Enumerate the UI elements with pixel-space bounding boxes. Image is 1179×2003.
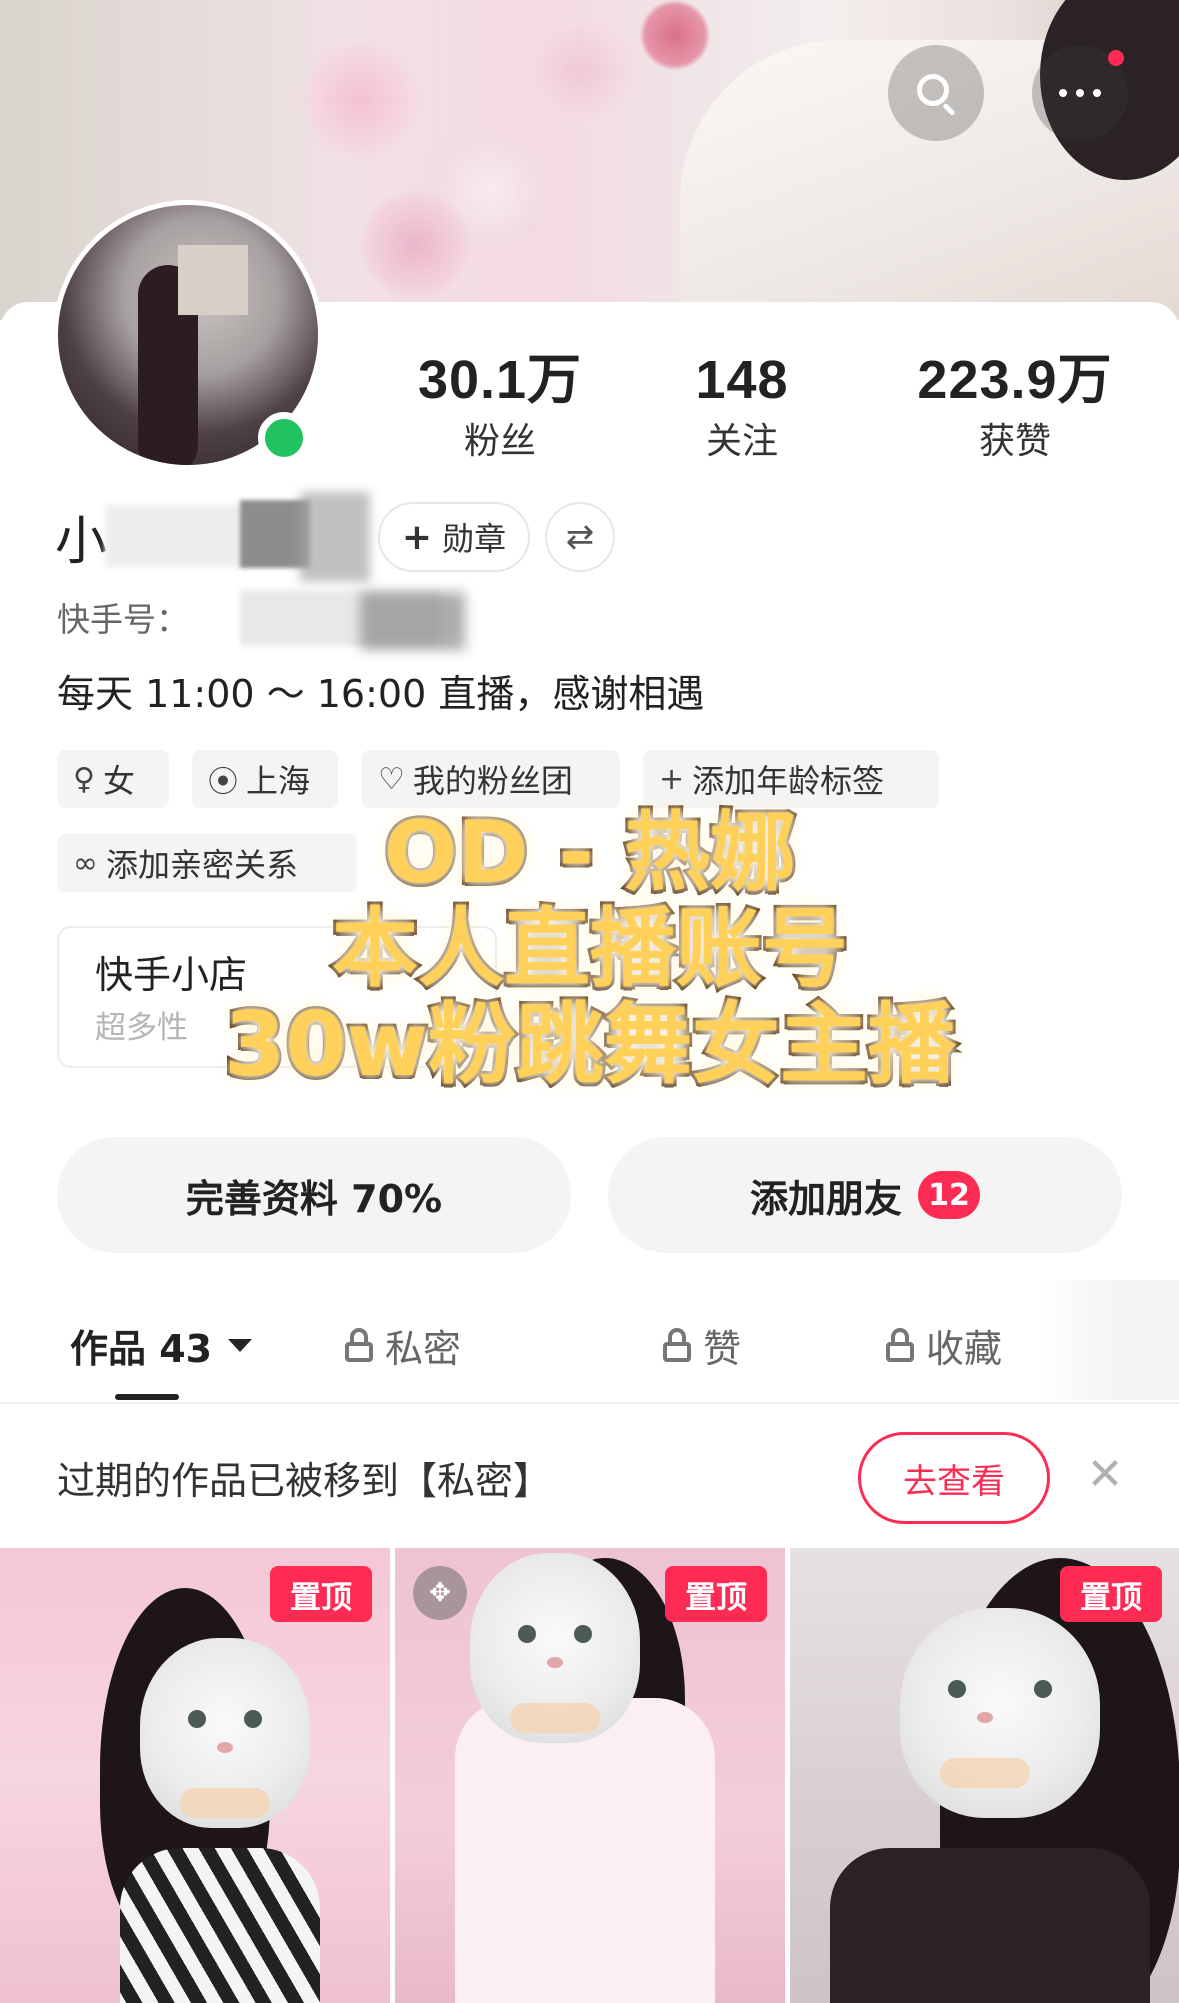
pinned-badge: 置顶: [270, 1566, 372, 1622]
complete-profile-button[interactable]: 完善资料 70%: [57, 1137, 571, 1253]
tabs-fade: [1040, 1280, 1179, 1400]
redacted-id: [360, 592, 465, 650]
fans-count: 30.1万: [417, 350, 583, 410]
search-button[interactable]: [888, 45, 984, 141]
lock-icon: [886, 1328, 914, 1362]
work-thumbnail[interactable]: ✥ 置顶: [395, 1548, 785, 2003]
cover-decoration: [300, 40, 420, 160]
bio: 每天 11:00 ～ 16:00 直播，感谢相遇: [57, 672, 705, 716]
tag-gender-label: 女: [102, 762, 135, 800]
redacted-name: [300, 492, 370, 582]
redacted-name: [105, 505, 245, 567]
cover-decoration: [360, 190, 470, 300]
medal-label: 勋章: [442, 520, 507, 558]
tab-likes-label: 赞: [703, 1326, 742, 1371]
lock-icon: [345, 1328, 373, 1362]
work-thumbnail[interactable]: 置顶: [790, 1548, 1179, 2003]
female-icon: ♀: [73, 761, 95, 797]
likes-count: 223.9万: [917, 350, 1113, 410]
cat-sticker: [470, 1553, 640, 1743]
notification-dot: [1108, 50, 1124, 66]
plus-icon: +: [659, 761, 685, 797]
tab-private[interactable]: 私密: [345, 1310, 461, 1380]
tag-fan-club[interactable]: ♡ 我的粉丝团: [362, 750, 620, 808]
plus-icon: +: [401, 516, 433, 558]
following-label: 关注: [705, 421, 778, 462]
active-tab-indicator: [115, 1394, 179, 1400]
tag-location[interactable]: ⦿ 上海: [192, 750, 338, 808]
switch-icon: ⇄: [565, 517, 595, 557]
cat-sticker: [900, 1608, 1100, 1818]
cat-sticker: [140, 1638, 310, 1828]
tag-location-label: 上海: [246, 762, 311, 800]
stat-fans[interactable]: 30.1万 粉丝: [390, 348, 610, 466]
medal-button[interactable]: + 勋章: [378, 502, 530, 572]
work-thumbnail[interactable]: 置顶: [0, 1548, 390, 2003]
online-status-dot: [258, 412, 310, 464]
more-icon: [1059, 89, 1101, 97]
heart-icon: ♡: [378, 761, 405, 797]
add-friends-button[interactable]: 添加朋友 12: [608, 1137, 1122, 1253]
overlay-line-1: OD - 热娜: [381, 802, 799, 904]
thumb-outfit: [830, 1848, 1150, 2003]
search-icon: [915, 72, 957, 117]
notice-text: 过期的作品已被移到【私密】: [57, 1459, 552, 1503]
switch-account-button[interactable]: ⇄: [545, 502, 615, 572]
complete-profile-label: 完善资料 70%: [185, 1176, 443, 1221]
caret-down-icon: [228, 1338, 253, 1352]
stat-likes[interactable]: 223.9万 获赞: [900, 348, 1130, 466]
shop-subtitle: 超多性: [95, 1010, 188, 1046]
location-pin-icon: ⦿: [208, 765, 238, 800]
works-grid: 置顶 ✥ 置顶 置顶: [0, 1548, 1179, 2003]
thumb-outfit: [120, 1848, 320, 2003]
tag-gender[interactable]: ♀ 女: [57, 750, 169, 808]
thumb-outfit: [455, 1698, 715, 2003]
lock-icon: [663, 1328, 691, 1362]
pinned-badge: 置顶: [1060, 1566, 1162, 1622]
add-friends-label: 添加朋友: [749, 1176, 902, 1221]
overlay-line-3: 30w粉跳舞女主播: [221, 993, 959, 1096]
cover-decoration: [640, 0, 710, 70]
tab-favorites[interactable]: 收藏: [886, 1310, 1002, 1380]
tab-likes[interactable]: 赞: [663, 1310, 741, 1380]
friends-count-badge: 12: [918, 1171, 980, 1219]
tab-works[interactable]: 作品 43: [70, 1310, 253, 1380]
nickname: 小: [55, 512, 108, 572]
tag-fan-club-label: 我的粉丝团: [412, 762, 573, 800]
fans-label: 粉丝: [463, 421, 536, 462]
following-count: 148: [695, 350, 789, 410]
stat-following[interactable]: 148 关注: [632, 348, 852, 466]
content-tabs: 作品 43 私密 赞 收藏: [0, 1300, 1179, 1400]
tag-add-age-label: 添加年龄标签: [692, 762, 885, 800]
cover-decoration: [520, 10, 640, 130]
pinned-badge: 置顶: [665, 1566, 767, 1622]
tag-add-age[interactable]: + 添加年龄标签: [643, 750, 939, 808]
view-button[interactable]: 去查看: [858, 1432, 1050, 1524]
tab-private-label: 私密: [385, 1326, 462, 1371]
tab-favorites-label: 收藏: [926, 1326, 1003, 1371]
promo-overlay-text: OD - 热娜 本人直播账号 30w粉跳舞女主播: [190, 802, 990, 1096]
tab-works-label: 作品 43: [70, 1326, 213, 1371]
expired-notice-bar: 过期的作品已被移到【私密】 去查看 ✕: [0, 1404, 1179, 1544]
overlay-line-2: 本人直播账号: [329, 898, 851, 1000]
avatar-face-mosaic: [178, 245, 248, 315]
likes-label: 获赞: [978, 421, 1051, 462]
close-icon[interactable]: ✕: [1080, 1450, 1130, 1500]
move-icon: ✥: [413, 1566, 467, 1620]
kuaishou-id-label: 快手号：: [57, 600, 189, 639]
link-icon: ∞: [73, 845, 98, 881]
